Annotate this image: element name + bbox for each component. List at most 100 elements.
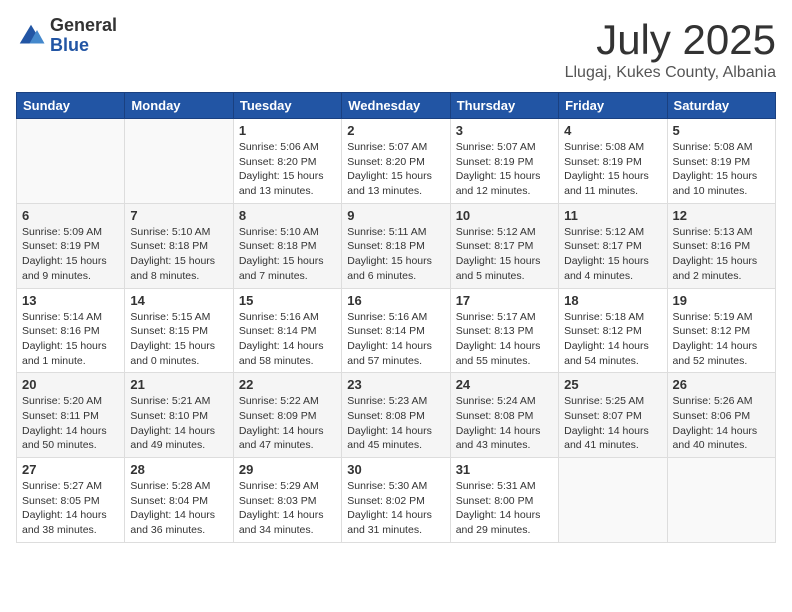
day-number: 28 bbox=[130, 462, 227, 477]
calendar-day-cell: 10Sunrise: 5:12 AMSunset: 8:17 PMDayligh… bbox=[450, 203, 558, 288]
day-info: Sunrise: 5:09 AMSunset: 8:19 PMDaylight:… bbox=[22, 225, 119, 284]
calendar-day-cell: 12Sunrise: 5:13 AMSunset: 8:16 PMDayligh… bbox=[667, 203, 775, 288]
day-info: Sunrise: 5:12 AMSunset: 8:17 PMDaylight:… bbox=[564, 225, 661, 284]
calendar-header-friday: Friday bbox=[559, 93, 667, 119]
calendar-day-cell: 16Sunrise: 5:16 AMSunset: 8:14 PMDayligh… bbox=[342, 288, 450, 373]
day-info: Sunrise: 5:16 AMSunset: 8:14 PMDaylight:… bbox=[239, 310, 336, 369]
calendar-week-1: 1Sunrise: 5:06 AMSunset: 8:20 PMDaylight… bbox=[17, 119, 776, 204]
day-number: 11 bbox=[564, 208, 661, 223]
day-info: Sunrise: 5:07 AMSunset: 8:20 PMDaylight:… bbox=[347, 140, 444, 199]
day-number: 14 bbox=[130, 293, 227, 308]
day-number: 5 bbox=[673, 123, 770, 138]
logo-blue-text: Blue bbox=[50, 36, 117, 56]
calendar-day-cell: 23 Sunrise: 5:23 AMSunset: 8:08 PMDayligh… bbox=[342, 373, 450, 458]
day-info: Sunrise: 5:22 AMSunset: 8:09 PMDaylight:… bbox=[239, 394, 336, 453]
day-info: Sunrise: 5:19 AMSunset: 8:12 PMDaylight:… bbox=[673, 310, 770, 369]
day-number: 25 bbox=[564, 377, 661, 392]
calendar-header-saturday: Saturday bbox=[667, 93, 775, 119]
calendar-day-cell: 19Sunrise: 5:19 AMSunset: 8:12 PMDayligh… bbox=[667, 288, 775, 373]
day-number: 17 bbox=[456, 293, 553, 308]
logo-icon bbox=[16, 21, 46, 51]
calendar-day-cell bbox=[559, 458, 667, 543]
calendar-day-cell: 11 Sunrise: 5:12 AMSunset: 8:17 PMDayligh… bbox=[559, 203, 667, 288]
calendar-week-3: 13 Sunrise: 5:14 AMSunset: 8:16 PMDayligh… bbox=[17, 288, 776, 373]
calendar-day-cell: 9 Sunrise: 5:11 AMSunset: 8:18 PMDaylight… bbox=[342, 203, 450, 288]
day-info: Sunrise: 5:15 AMSunset: 8:15 PMDaylight:… bbox=[130, 310, 227, 369]
day-number: 15 bbox=[239, 293, 336, 308]
day-info: Sunrise: 5:23 AMSunset: 8:08 PMDaylight:… bbox=[347, 394, 444, 453]
day-number: 29 bbox=[239, 462, 336, 477]
calendar-day-cell: 25 Sunrise: 5:25 AMSunset: 8:07 PMDayligh… bbox=[559, 373, 667, 458]
calendar-day-cell: 17Sunrise: 5:17 AMSunset: 8:13 PMDayligh… bbox=[450, 288, 558, 373]
day-number: 26 bbox=[673, 377, 770, 392]
logo: General Blue bbox=[16, 16, 117, 56]
day-number: 7 bbox=[130, 208, 227, 223]
day-number: 18 bbox=[564, 293, 661, 308]
day-info: Sunrise: 5:24 AMSunset: 8:08 PMDaylight:… bbox=[456, 394, 553, 453]
calendar-day-cell: 24 Sunrise: 5:24 AMSunset: 8:08 PMDayligh… bbox=[450, 373, 558, 458]
day-info: Sunrise: 5:28 AMSunset: 8:04 PMDaylight:… bbox=[130, 479, 227, 538]
day-info: Sunrise: 5:31 AMSunset: 8:00 PMDaylight:… bbox=[456, 479, 553, 538]
calendar-day-cell: 13 Sunrise: 5:14 AMSunset: 8:16 PMDayligh… bbox=[17, 288, 125, 373]
calendar-day-cell: 1Sunrise: 5:06 AMSunset: 8:20 PMDaylight… bbox=[233, 119, 341, 204]
day-info: Sunrise: 5:27 AMSunset: 8:05 PMDaylight:… bbox=[22, 479, 119, 538]
calendar-day-cell: 3 Sunrise: 5:07 AMSunset: 8:19 PMDaylight… bbox=[450, 119, 558, 204]
calendar-header-sunday: Sunday bbox=[17, 93, 125, 119]
day-number: 9 bbox=[347, 208, 444, 223]
calendar-day-cell: 27Sunrise: 5:27 AMSunset: 8:05 PMDayligh… bbox=[17, 458, 125, 543]
day-info: Sunrise: 5:26 AMSunset: 8:06 PMDaylight:… bbox=[673, 394, 770, 453]
day-number: 22 bbox=[239, 377, 336, 392]
day-info: Sunrise: 5:14 AMSunset: 8:16 PMDaylight:… bbox=[22, 310, 119, 369]
calendar-week-4: 20 Sunrise: 5:20 AMSunset: 8:11 PMDayligh… bbox=[17, 373, 776, 458]
calendar-day-cell: 31 Sunrise: 5:31 AMSunset: 8:00 PMDayligh… bbox=[450, 458, 558, 543]
calendar-header-tuesday: Tuesday bbox=[233, 93, 341, 119]
calendar-header-row: SundayMondayTuesdayWednesdayThursdayFrid… bbox=[17, 93, 776, 119]
day-info: Sunrise: 5:10 AMSunset: 8:18 PMDaylight:… bbox=[130, 225, 227, 284]
calendar-day-cell: 20 Sunrise: 5:20 AMSunset: 8:11 PMDayligh… bbox=[17, 373, 125, 458]
header: General Blue July 2025 Llugaj, Kukes Cou… bbox=[16, 16, 776, 82]
month-title: July 2025 bbox=[565, 16, 776, 64]
calendar-header-wednesday: Wednesday bbox=[342, 93, 450, 119]
day-number: 20 bbox=[22, 377, 119, 392]
day-number: 13 bbox=[22, 293, 119, 308]
calendar-week-5: 27Sunrise: 5:27 AMSunset: 8:05 PMDayligh… bbox=[17, 458, 776, 543]
day-number: 6 bbox=[22, 208, 119, 223]
day-number: 23 bbox=[347, 377, 444, 392]
calendar-day-cell: 26 Sunrise: 5:26 AMSunset: 8:06 PMDayligh… bbox=[667, 373, 775, 458]
calendar-day-cell: 8Sunrise: 5:10 AMSunset: 8:18 PMDaylight… bbox=[233, 203, 341, 288]
day-info: Sunrise: 5:25 AMSunset: 8:07 PMDaylight:… bbox=[564, 394, 661, 453]
logo-text: General Blue bbox=[50, 16, 117, 56]
day-number: 10 bbox=[456, 208, 553, 223]
day-number: 4 bbox=[564, 123, 661, 138]
day-number: 3 bbox=[456, 123, 553, 138]
calendar-day-cell: 14 Sunrise: 5:15 AMSunset: 8:15 PMDayligh… bbox=[125, 288, 233, 373]
calendar-table: SundayMondayTuesdayWednesdayThursdayFrid… bbox=[16, 92, 776, 543]
day-info: Sunrise: 5:06 AMSunset: 8:20 PMDaylight:… bbox=[239, 140, 336, 199]
calendar-header-monday: Monday bbox=[125, 93, 233, 119]
calendar-day-cell: 18 Sunrise: 5:18 AMSunset: 8:12 PMDayligh… bbox=[559, 288, 667, 373]
day-number: 30 bbox=[347, 462, 444, 477]
day-info: Sunrise: 5:10 AMSunset: 8:18 PMDaylight:… bbox=[239, 225, 336, 284]
calendar-header-thursday: Thursday bbox=[450, 93, 558, 119]
day-info: Sunrise: 5:29 AMSunset: 8:03 PMDaylight:… bbox=[239, 479, 336, 538]
day-info: Sunrise: 5:07 AMSunset: 8:19 PMDaylight:… bbox=[456, 140, 553, 199]
day-number: 31 bbox=[456, 462, 553, 477]
calendar-week-2: 6 Sunrise: 5:09 AMSunset: 8:19 PMDaylight… bbox=[17, 203, 776, 288]
day-number: 24 bbox=[456, 377, 553, 392]
day-info: Sunrise: 5:20 AMSunset: 8:11 PMDaylight:… bbox=[22, 394, 119, 453]
calendar-day-cell bbox=[125, 119, 233, 204]
day-info: Sunrise: 5:13 AMSunset: 8:16 PMDaylight:… bbox=[673, 225, 770, 284]
day-number: 21 bbox=[130, 377, 227, 392]
calendar-day-cell: 29 Sunrise: 5:29 AMSunset: 8:03 PMDayligh… bbox=[233, 458, 341, 543]
day-info: Sunrise: 5:21 AMSunset: 8:10 PMDaylight:… bbox=[130, 394, 227, 453]
calendar-day-cell: 5Sunrise: 5:08 AMSunset: 8:19 PMDaylight… bbox=[667, 119, 775, 204]
day-info: Sunrise: 5:11 AMSunset: 8:18 PMDaylight:… bbox=[347, 225, 444, 284]
day-info: Sunrise: 5:18 AMSunset: 8:12 PMDaylight:… bbox=[564, 310, 661, 369]
location-subtitle: Llugaj, Kukes County, Albania bbox=[565, 64, 776, 82]
title-area: July 2025 Llugaj, Kukes County, Albania bbox=[565, 16, 776, 82]
day-info: Sunrise: 5:30 AMSunset: 8:02 PMDaylight:… bbox=[347, 479, 444, 538]
calendar-day-cell: 30 Sunrise: 5:30 AMSunset: 8:02 PMDayligh… bbox=[342, 458, 450, 543]
day-number: 16 bbox=[347, 293, 444, 308]
day-info: Sunrise: 5:08 AMSunset: 8:19 PMDaylight:… bbox=[564, 140, 661, 199]
calendar-day-cell: 2Sunrise: 5:07 AMSunset: 8:20 PMDaylight… bbox=[342, 119, 450, 204]
